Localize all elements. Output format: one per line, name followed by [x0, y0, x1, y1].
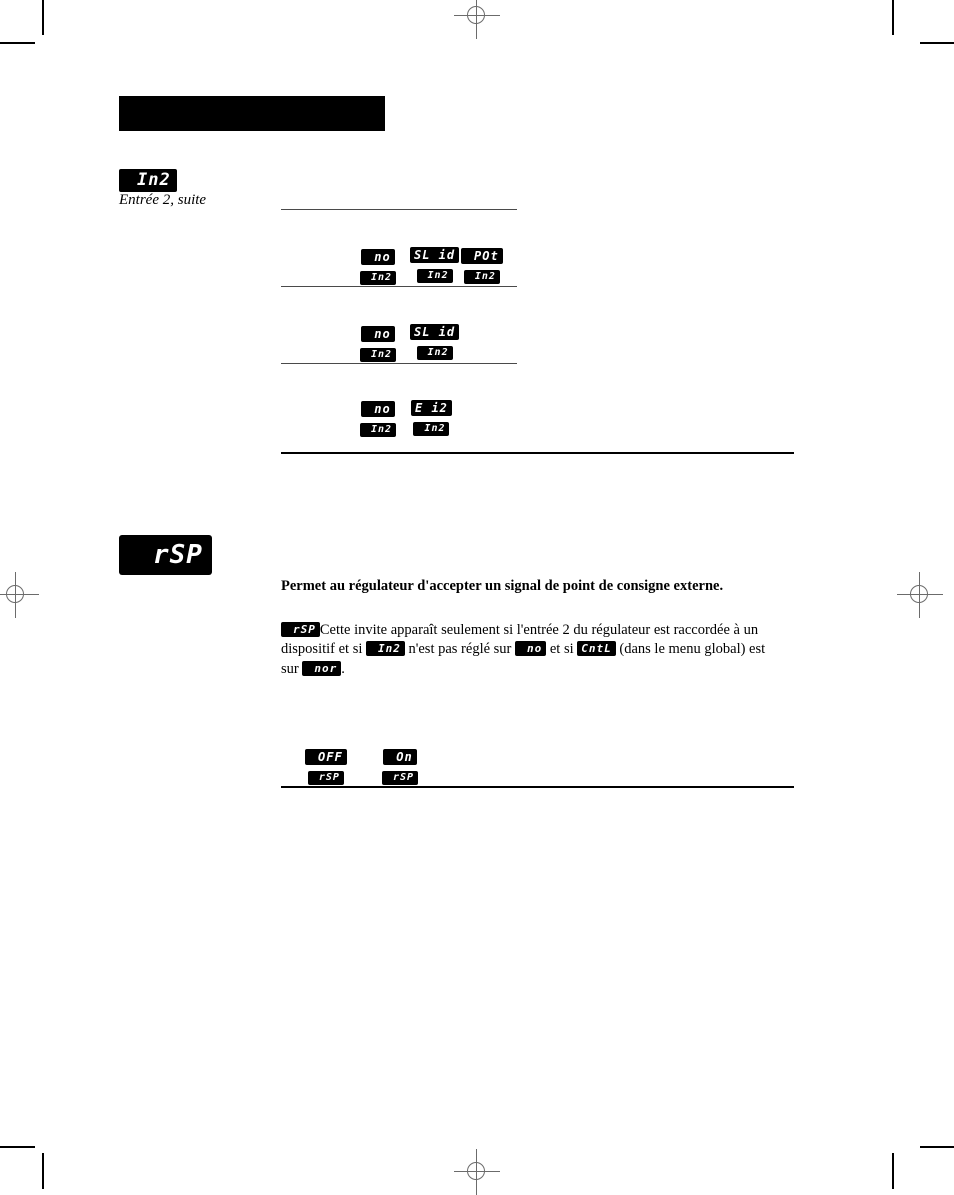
option-cell-1-3: POt In2 — [461, 247, 503, 286]
crop-mark-top-left-horizontal — [0, 42, 35, 44]
option-parent: In2 — [360, 271, 397, 286]
option-parent: In2 — [416, 269, 453, 284]
option-value: no — [361, 401, 395, 418]
crop-mark-top-right-vertical — [892, 0, 894, 35]
option-parent: In2 — [360, 348, 397, 363]
crop-mark-top-left-vertical — [42, 0, 44, 35]
option-parent: rSP — [307, 771, 344, 786]
inline-badge-no: no — [515, 641, 547, 657]
option-cell-2-2: SL id In2 — [410, 323, 460, 362]
section-end-rule-rsp — [281, 786, 794, 788]
crop-mark-bottom-right-horizontal — [920, 1146, 954, 1148]
option-value: no — [361, 249, 395, 266]
option-cell-1-1: no In2 — [360, 248, 397, 287]
inline-badge-in2: In2 — [366, 641, 405, 657]
inline-badge-cntl: CntL — [577, 641, 616, 657]
in2-badge: In2 — [119, 169, 177, 192]
option-cell-2-1: no In2 — [360, 325, 397, 364]
option-parent: rSP — [382, 771, 419, 786]
option-value: no — [361, 326, 395, 343]
registration-target-right — [897, 572, 943, 618]
divider-rule-2 — [281, 286, 517, 287]
crop-mark-bottom-left-horizontal — [0, 1146, 35, 1148]
option-cell-3-1: no In2 — [360, 400, 397, 439]
option-value: E i2 — [411, 400, 452, 417]
option-cell-1-2: SL id In2 — [410, 246, 460, 285]
rsp-paragraph-text-5: . — [341, 660, 345, 677]
option-value: POt — [461, 248, 503, 265]
option-parent: In2 — [463, 270, 500, 285]
rsp-option-cell-off: OFF rSP — [305, 748, 347, 787]
in2-badge-label: In2 — [119, 169, 177, 192]
option-parent: In2 — [360, 423, 397, 438]
registration-target-top — [454, 0, 500, 39]
option-parent: In2 — [413, 422, 450, 437]
crop-mark-top-right-horizontal — [920, 42, 954, 44]
inline-badge-nor: nor — [302, 660, 342, 676]
option-value: SL id — [410, 324, 460, 341]
manual-page: In2 Entrée 2, suite no In2 SL id In2 POt… — [0, 0, 954, 1195]
rsp-paragraph-text-2: n'est pas réglé sur — [408, 641, 512, 658]
divider-rule-3 — [281, 363, 517, 364]
rsp-heading: Permet au régulateur d'accepter un signa… — [281, 578, 724, 594]
divider-rule-1 — [281, 209, 517, 210]
rsp-badge-label: rSP — [119, 535, 212, 575]
crop-mark-bottom-right-vertical — [892, 1153, 894, 1189]
option-value: SL id — [410, 247, 460, 264]
option-parent: In2 — [416, 346, 453, 361]
section-end-rule-in2 — [281, 452, 794, 454]
rsp-paragraph: rSP Cette invite apparaît seulement si l'… — [281, 621, 771, 679]
registration-target-bottom — [454, 1149, 500, 1195]
registration-target-left — [0, 572, 39, 618]
in2-caption: Entrée 2, suite — [119, 192, 207, 208]
option-value: OFF — [305, 749, 347, 766]
crop-mark-bottom-left-vertical — [42, 1153, 44, 1189]
rsp-paragraph-text-3: et si — [549, 641, 574, 658]
section-header-bar — [119, 96, 385, 131]
rsp-option-cell-on: On rSP — [382, 748, 419, 787]
inline-badge-rsp: rSP — [281, 622, 320, 638]
rsp-badge: rSP — [119, 535, 212, 575]
option-cell-3-2: E i2 In2 — [411, 399, 452, 438]
option-value: On — [383, 749, 417, 766]
